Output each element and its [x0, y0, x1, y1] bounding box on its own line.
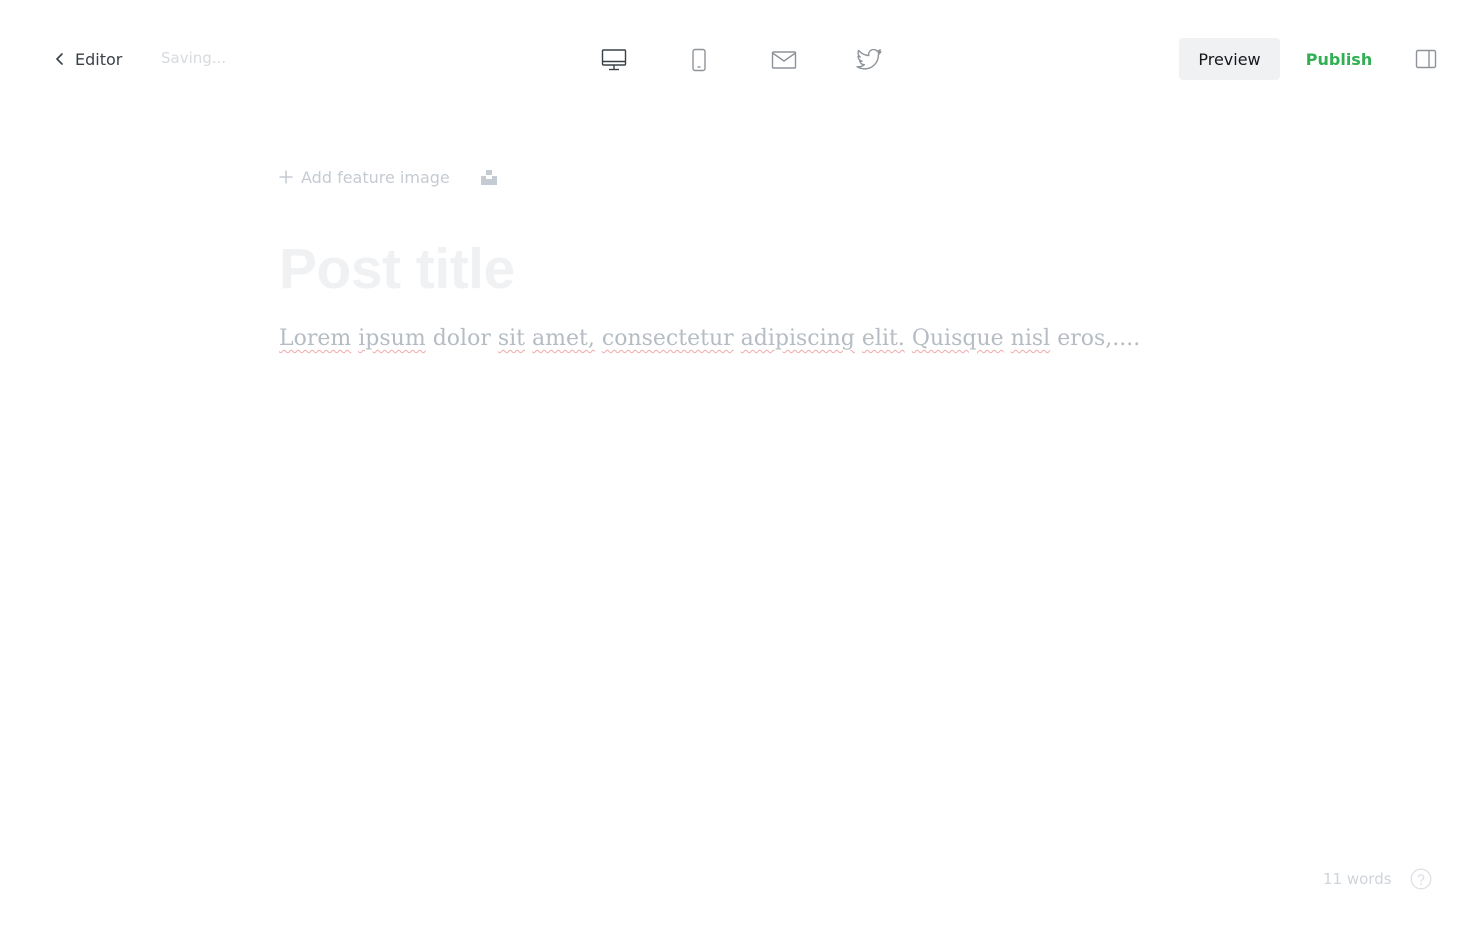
unsplash-icon[interactable] — [480, 168, 498, 186]
add-feature-image-button[interactable]: Add feature image — [279, 168, 450, 187]
preview-mode-switcher — [592, 40, 891, 80]
email-preview-button[interactable] — [762, 40, 806, 80]
body-word: sit — [497, 326, 526, 351]
sidebar-toggle-icon — [1415, 49, 1437, 69]
body-word: ipsum — [358, 326, 426, 351]
editor-header: Editor Saving... Preview Publish — [0, 0, 1483, 118]
settings-sidebar-toggle[interactable] — [1413, 47, 1439, 71]
twitter-preview-button[interactable] — [847, 40, 891, 80]
feature-image-area: Add feature image — [279, 164, 498, 190]
body-word: elit. — [861, 326, 905, 351]
help-icon[interactable] — [1410, 868, 1432, 890]
mobile-icon — [692, 48, 706, 72]
body-word: eros,.... — [1057, 326, 1141, 351]
back-label: Editor — [75, 49, 123, 69]
save-status: Saving... — [161, 49, 227, 67]
body-word: Quisque — [911, 326, 1004, 351]
email-icon — [771, 51, 797, 69]
body-word: consectetur — [601, 326, 734, 351]
desktop-icon — [601, 49, 627, 71]
body-word: Lorem — [279, 326, 352, 351]
back-to-editor-link[interactable]: Editor — [54, 47, 122, 71]
plus-icon — [279, 170, 293, 184]
post-title-input[interactable]: Post title — [279, 236, 515, 302]
body-word: dolor — [432, 326, 491, 351]
preview-button[interactable]: Preview — [1179, 38, 1280, 80]
word-count: 11 words — [1323, 870, 1392, 888]
chevron-left-icon — [56, 53, 63, 65]
body-word: adipiscing — [740, 326, 855, 351]
body-word: amet, — [532, 326, 595, 351]
body-word: nisl — [1010, 326, 1051, 351]
twitter-icon — [856, 49, 882, 70]
mobile-preview-button[interactable] — [677, 40, 721, 80]
desktop-preview-button[interactable] — [592, 40, 636, 80]
add-feature-image-label: Add feature image — [301, 167, 450, 187]
publish-button[interactable]: Publish — [1296, 38, 1382, 80]
post-body-editor[interactable]: Lorem ipsum dolor sit amet, consectetur … — [279, 326, 1140, 351]
